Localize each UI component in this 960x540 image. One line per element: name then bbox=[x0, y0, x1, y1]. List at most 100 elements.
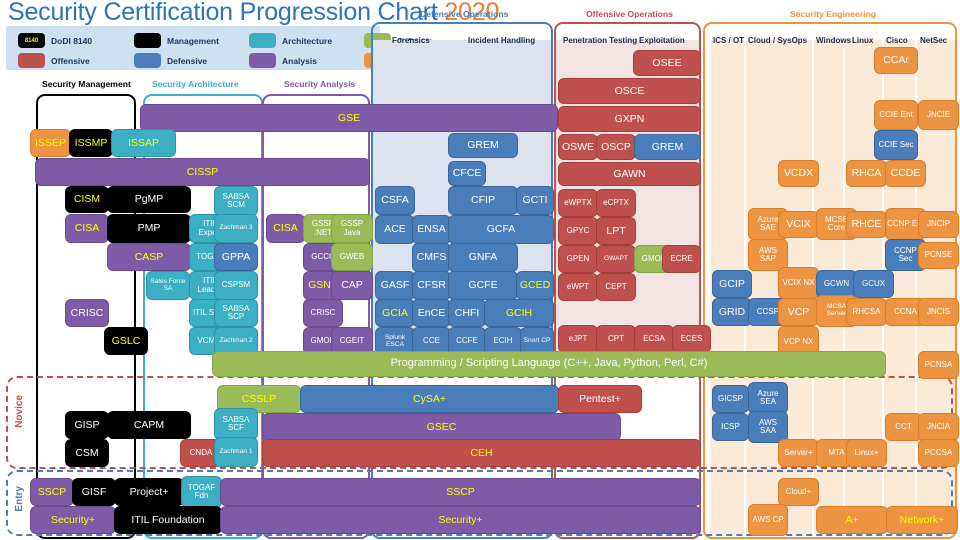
cert-chip[interactable]: Server+ bbox=[778, 439, 819, 467]
cert-chip[interactable]: JNCIA bbox=[918, 413, 959, 441]
cert-chip[interactable]: OSEE bbox=[633, 50, 701, 76]
cert-chip[interactable]: PCCSA bbox=[918, 439, 959, 467]
cert-chip[interactable]: GSEC bbox=[262, 413, 621, 441]
cert-chip[interactable]: GREM bbox=[634, 134, 701, 160]
cert-chip[interactable]: CCIE Sec bbox=[874, 130, 918, 160]
cert-chip[interactable]: RHCA bbox=[846, 160, 887, 187]
cert-chip[interactable]: SABSA SCF bbox=[214, 408, 258, 440]
cert-chip[interactable]: VCDX bbox=[778, 160, 819, 187]
cert-chip[interactable]: GSLC bbox=[104, 327, 148, 355]
cert-chip[interactable]: CCAr bbox=[874, 47, 918, 74]
cert-chip[interactable]: CSFA bbox=[375, 186, 415, 215]
cert-chip[interactable]: JNCIP bbox=[918, 211, 959, 238]
cert-chip[interactable]: CHFI bbox=[448, 299, 486, 327]
cert-chip[interactable]: Network+ bbox=[886, 506, 958, 534]
cert-chip[interactable]: GCIH bbox=[484, 299, 554, 327]
cert-chip[interactable]: ECSA bbox=[634, 325, 674, 353]
cert-chip[interactable]: CEPT bbox=[596, 273, 636, 301]
cert-chip[interactable]: GREM bbox=[448, 133, 518, 158]
cert-chip[interactable]: CISM bbox=[65, 186, 109, 213]
cert-chip[interactable]: OSCP bbox=[596, 134, 636, 160]
cert-chip[interactable]: ITIL Foundation bbox=[114, 506, 222, 534]
cert-chip[interactable]: GISF bbox=[72, 478, 116, 506]
cert-chip[interactable]: GICSP bbox=[712, 385, 749, 413]
cert-chip[interactable]: CFCE bbox=[448, 161, 486, 186]
cert-chip[interactable]: SABSA SCP bbox=[214, 299, 258, 327]
cert-chip[interactable]: CRISC bbox=[65, 299, 109, 327]
cert-chip[interactable]: CCDE bbox=[885, 160, 926, 187]
cert-chip[interactable]: GWAPT bbox=[596, 245, 636, 273]
cert-chip[interactable]: GASF bbox=[375, 271, 415, 300]
cert-chip[interactable]: PMP bbox=[107, 214, 191, 243]
cert-chip[interactable]: GCIA bbox=[375, 299, 415, 327]
cert-chip[interactable]: GISP bbox=[65, 411, 109, 439]
cert-chip[interactable]: CCT bbox=[885, 413, 922, 441]
cert-chip[interactable]: CAP bbox=[331, 271, 373, 300]
cert-chip[interactable]: Pentest+ bbox=[558, 385, 642, 413]
cert-chip[interactable]: GCFE bbox=[448, 271, 518, 300]
cert-chip[interactable]: CISSP bbox=[35, 158, 370, 186]
cert-chip[interactable]: ECRE bbox=[662, 245, 701, 273]
cert-chip[interactable]: CySA+ bbox=[300, 385, 559, 413]
cert-chip[interactable]: eCPTX bbox=[596, 189, 636, 217]
cert-chip[interactable]: CRISC bbox=[303, 299, 343, 327]
cert-chip[interactable]: RHCE bbox=[846, 211, 887, 238]
cert-chip[interactable]: GWEB bbox=[331, 243, 373, 271]
cert-chip[interactable]: GSE bbox=[140, 104, 558, 132]
cert-chip[interactable]: PgMP bbox=[107, 186, 191, 213]
cert-chip[interactable]: PCNSA bbox=[918, 351, 959, 379]
cert-chip[interactable]: Azure SEA bbox=[748, 382, 788, 414]
cert-chip[interactable]: CEH bbox=[262, 439, 701, 467]
cert-chip[interactable]: Zachman 3 bbox=[214, 214, 258, 243]
cert-chip[interactable]: Project+ bbox=[114, 478, 184, 506]
cert-chip[interactable]: SSCP bbox=[30, 478, 74, 506]
cert-chip[interactable]: ISSAP bbox=[111, 129, 176, 157]
cert-chip[interactable]: GCIP bbox=[712, 270, 752, 298]
cert-chip[interactable]: Zachman 1 bbox=[214, 437, 258, 467]
cert-chip[interactable]: CISA bbox=[266, 214, 305, 243]
cert-chip[interactable]: GPYC bbox=[558, 217, 598, 245]
cert-chip[interactable]: VCIX bbox=[778, 211, 819, 238]
cert-chip[interactable]: VCP bbox=[778, 298, 819, 326]
cert-chip[interactable]: ISSEP bbox=[30, 129, 71, 157]
cert-chip[interactable]: GCFA bbox=[448, 215, 554, 244]
cert-chip[interactable]: CSPSM bbox=[214, 271, 258, 300]
cert-chip[interactable]: GPEN bbox=[558, 245, 598, 273]
cert-chip[interactable]: GSSP Java bbox=[331, 214, 373, 243]
cert-chip[interactable]: AWS CP bbox=[748, 504, 788, 536]
cert-chip[interactable]: GAWN bbox=[558, 162, 701, 186]
cert-chip[interactable]: ECES bbox=[672, 325, 711, 353]
cert-chip[interactable]: CAPM bbox=[107, 411, 191, 439]
cert-chip[interactable]: OSWE bbox=[558, 134, 598, 160]
cert-chip[interactable]: SABSA SCM bbox=[214, 186, 258, 216]
cert-chip[interactable]: PCNSE bbox=[918, 242, 959, 269]
cert-chip[interactable]: GNFA bbox=[448, 243, 518, 272]
cert-chip[interactable]: CMFS bbox=[412, 243, 451, 272]
cert-chip[interactable]: ACE bbox=[375, 215, 415, 244]
cert-chip[interactable]: VCIX NX bbox=[778, 267, 819, 299]
cert-chip[interactable]: Sales Force SA bbox=[146, 271, 190, 300]
cert-chip[interactable]: eJPT bbox=[558, 325, 598, 353]
cert-chip[interactable]: GCWN bbox=[816, 270, 857, 298]
cert-chip[interactable]: eWPT bbox=[558, 273, 598, 301]
cert-chip[interactable]: ENSA bbox=[412, 215, 451, 244]
cert-chip[interactable]: eWPTX bbox=[558, 189, 598, 217]
cert-chip[interactable]: JNCIE bbox=[918, 100, 959, 130]
cert-chip[interactable]: Security+ bbox=[30, 506, 116, 534]
cert-chip[interactable]: TOGAF Fdn bbox=[181, 476, 222, 508]
cert-chip[interactable]: JNCIS bbox=[918, 298, 959, 326]
cert-chip[interactable]: GXPN bbox=[558, 106, 701, 132]
cert-chip[interactable]: Programming / Scripting Language (C++, J… bbox=[212, 351, 886, 377]
cert-chip[interactable]: CFIP bbox=[448, 186, 518, 215]
cert-chip[interactable]: CISA bbox=[65, 214, 109, 243]
cert-chip[interactable]: Cloud+ bbox=[778, 478, 819, 506]
cert-chip[interactable]: CPT bbox=[596, 325, 636, 353]
cert-chip[interactable]: OSCE bbox=[558, 78, 701, 104]
cert-chip[interactable]: GPPA bbox=[214, 243, 258, 271]
cert-chip[interactable]: GRID bbox=[712, 298, 752, 326]
cert-chip[interactable]: GCTI bbox=[516, 186, 554, 215]
cert-chip[interactable]: CASP bbox=[107, 243, 191, 271]
cert-chip[interactable]: ICSP bbox=[712, 413, 749, 441]
cert-chip[interactable]: Security+ bbox=[220, 506, 701, 534]
cert-chip[interactable]: ISSMP bbox=[69, 129, 113, 157]
